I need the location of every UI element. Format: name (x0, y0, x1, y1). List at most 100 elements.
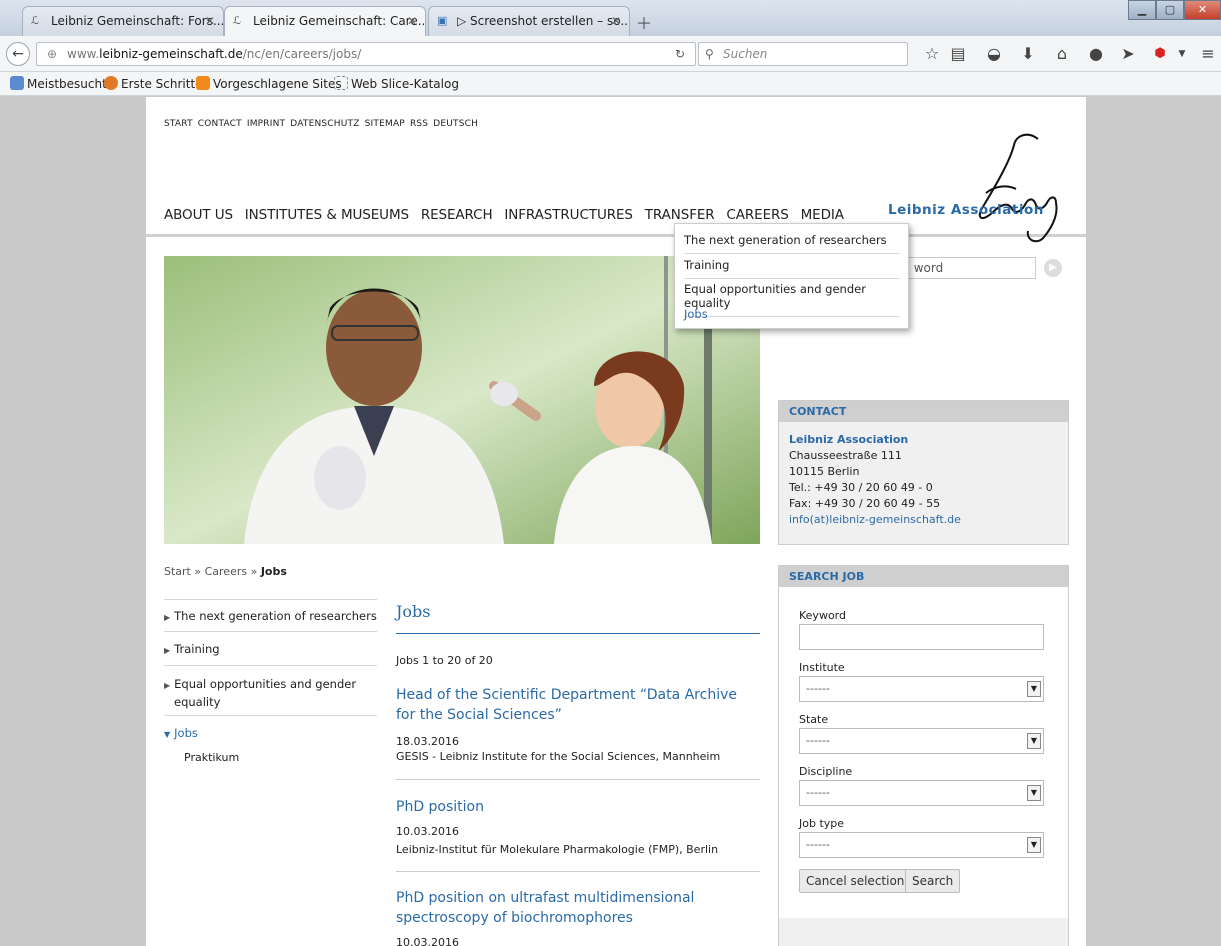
top-link-start[interactable]: START (164, 119, 193, 129)
url-bar[interactable]: ⊕ www.leibniz-gemeinschaft.de/nc/en/care… (36, 42, 696, 66)
job-separator (396, 779, 760, 780)
breadcrumb-separator: » (250, 565, 258, 578)
top-link-datenschutz[interactable]: DATENSCHUTZ (290, 119, 359, 129)
cancel-selection-button[interactable]: Cancel selection (799, 869, 912, 893)
nav-about-us[interactable]: ABOUT US (164, 207, 233, 223)
contact-box: CONTACT Leibniz Association Chausseestra… (778, 400, 1069, 545)
maximize-button[interactable]: ▢ (1156, 0, 1184, 20)
close-window-button[interactable]: ✕ (1184, 0, 1221, 20)
home-icon[interactable]: ⌂ (1052, 46, 1072, 62)
reload-icon[interactable]: ↻ (675, 43, 685, 65)
tab-label: Leibniz Gemeinschaft: Fors... (51, 14, 224, 28)
job-date: 18.03.2016 (396, 735, 459, 748)
side-nav-next-generation[interactable]: ▶ The next generation of researchers (164, 600, 377, 632)
search-job-box: SEARCH JOB Keyword Institute ------ ▼ Sta… (778, 565, 1069, 946)
close-tab-icon[interactable]: ✕ (205, 7, 215, 35)
bookmark-label: Meistbesucht (27, 77, 107, 91)
side-nav-label: Jobs (174, 726, 198, 740)
folder-icon (10, 76, 24, 90)
minimize-button[interactable]: ▁ (1128, 0, 1156, 20)
breadcrumb-current: Jobs (260, 565, 287, 578)
bookmark-star-icon[interactable]: ☆ (922, 46, 942, 62)
browser-title-bar: ℒ Leibniz Gemeinschaft: Fors... ✕ ℒ Leib… (0, 0, 1221, 36)
top-link-sitemap[interactable]: SITEMAP (365, 119, 405, 129)
nav-media[interactable]: MEDIA (801, 207, 844, 223)
close-tab-icon[interactable]: ✕ (611, 7, 621, 35)
state-label: State (799, 713, 829, 726)
close-tab-icon[interactable]: ✕ (407, 7, 417, 35)
dropdown-next-generation[interactable]: The next generation of researchers (684, 227, 900, 254)
contact-heading: CONTACT (779, 401, 1068, 422)
side-nav-training[interactable]: ▶ Training (164, 633, 377, 666)
url-prefix: www. (67, 47, 100, 61)
bookmark-vorgeschlagene-sites[interactable]: Vorgeschlagene Sites (196, 72, 342, 96)
job-type-label: Job type (799, 817, 845, 830)
nav-institutes-museums[interactable]: INSTITUTES & MUSEUMS (245, 207, 409, 223)
leibniz-favicon-icon: ℒ (233, 14, 241, 27)
browser-search-field[interactable]: ⚲ Suchen (698, 42, 908, 66)
nav-research[interactable]: RESEARCH (421, 207, 493, 223)
site-info-icon[interactable]: ⊕ (47, 43, 57, 65)
bookmark-web-slice-katalog[interactable]: Web Slice-Katalog (334, 72, 459, 96)
side-nav-jobs[interactable]: ▼ Jobs (164, 717, 377, 747)
breadcrumb-start[interactable]: Start (164, 565, 191, 578)
leibniz-logo[interactable]: Leibniz Association (888, 127, 1068, 243)
discipline-select[interactable]: ------ ▼ (799, 780, 1044, 806)
keyword-input[interactable] (799, 624, 1044, 650)
top-link-contact[interactable]: CONTACT (198, 119, 242, 129)
top-meta-nav: START CONTACT IMPRINT DATENSCHUTZ SITEMAP RSS… (164, 115, 483, 129)
tab-label: Leibniz Gemeinschaft: Care... (253, 14, 426, 28)
contact-email-link[interactable]: info(at)leibniz-gemeinschaft.de (789, 512, 1058, 528)
top-link-deutsch[interactable]: DEUTSCH (433, 119, 478, 129)
bookmark-meistbesucht[interactable]: Meistbesucht (10, 72, 107, 96)
bookmark-erste-schritte[interactable]: Erste Schritte (104, 72, 203, 96)
contact-org[interactable]: Leibniz Association (789, 432, 1058, 448)
menu-icon[interactable]: ≡ (1198, 46, 1218, 62)
top-link-rss[interactable]: RSS (410, 119, 428, 129)
chevron-down-icon[interactable]: ▼ (1172, 46, 1192, 62)
job-title-link[interactable]: Head of the Scientific Department “Data … (396, 685, 760, 725)
back-arrow-icon[interactable]: ← (6, 42, 30, 66)
new-tab-icon[interactable]: ＋ (636, 10, 652, 34)
pocket-icon[interactable]: ◒ (984, 46, 1004, 62)
chat-icon[interactable]: ● (1086, 46, 1106, 62)
jobs-heading: Jobs (396, 602, 431, 621)
site-search-go-icon[interactable]: ▶ (1044, 259, 1062, 277)
adblock-icon[interactable]: ⬢ (1150, 46, 1170, 62)
job-title-link[interactable]: PhD position (396, 797, 760, 817)
job-type-select[interactable]: ------ ▼ (799, 832, 1044, 858)
top-link-imprint[interactable]: IMPRINT (247, 119, 285, 129)
careers-dropdown-menu: The next generation of researchers Train… (674, 223, 909, 329)
downloads-icon[interactable]: ⬇ (1018, 46, 1038, 62)
leibniz-signature-logo (978, 133, 1058, 243)
logo-text: Leibniz Association (888, 202, 1044, 218)
side-nav-equal-opportunities[interactable]: ▶ Equal opportunities and gender equality (164, 667, 377, 716)
page-background-right (1086, 97, 1221, 946)
state-select[interactable]: ------ ▼ (799, 728, 1044, 754)
nav-transfer[interactable]: TRANSFER (645, 207, 715, 223)
search-button[interactable]: Search (905, 869, 961, 893)
leibniz-favicon-icon: ℒ (31, 14, 39, 27)
jobs-count: Jobs 1 to 20 of 20 (396, 654, 493, 667)
url-host: leibniz-gemeinschaft.de (99, 47, 243, 61)
search-icon: ⚲ (705, 47, 714, 61)
url-path: /nc/en/careers/jobs/ (242, 47, 362, 61)
dropdown-jobs[interactable]: Jobs (684, 301, 900, 327)
dropdown-training[interactable]: Training (684, 252, 900, 279)
job-date: 10.03.2016 (396, 936, 459, 946)
job-title-link[interactable]: PhD position on ultrafast multidimension… (396, 888, 760, 928)
send-icon[interactable]: ➤ (1118, 46, 1138, 62)
tab-leibniz-careers[interactable]: ℒ Leibniz Gemeinschaft: Care... ✕ (224, 6, 426, 36)
tab-screenshot[interactable]: ▣ ▷ Screenshot erstellen – so... ✕ (428, 6, 630, 36)
nav-infrastructures[interactable]: INFRASTRUCTURES (504, 207, 633, 223)
nav-careers[interactable]: CAREERS (726, 207, 788, 223)
bookmarks-bar: Meistbesucht Erste Schritte Vorgeschlage… (0, 72, 1221, 96)
tab-leibniz-forschung[interactable]: ℒ Leibniz Gemeinschaft: Fors... ✕ (22, 6, 224, 36)
contact-fax: Fax: +49 30 / 20 60 49 - 55 (789, 497, 941, 510)
side-nav-label: The next generation of researchers (174, 609, 377, 623)
job-type-value: ------ (806, 838, 830, 851)
side-nav-praktikum[interactable]: Praktikum (184, 751, 239, 764)
breadcrumb-careers[interactable]: Careers (205, 565, 248, 578)
bookmarks-menu-icon[interactable]: ▤ (948, 46, 968, 62)
institute-select[interactable]: ------ ▼ (799, 676, 1044, 702)
